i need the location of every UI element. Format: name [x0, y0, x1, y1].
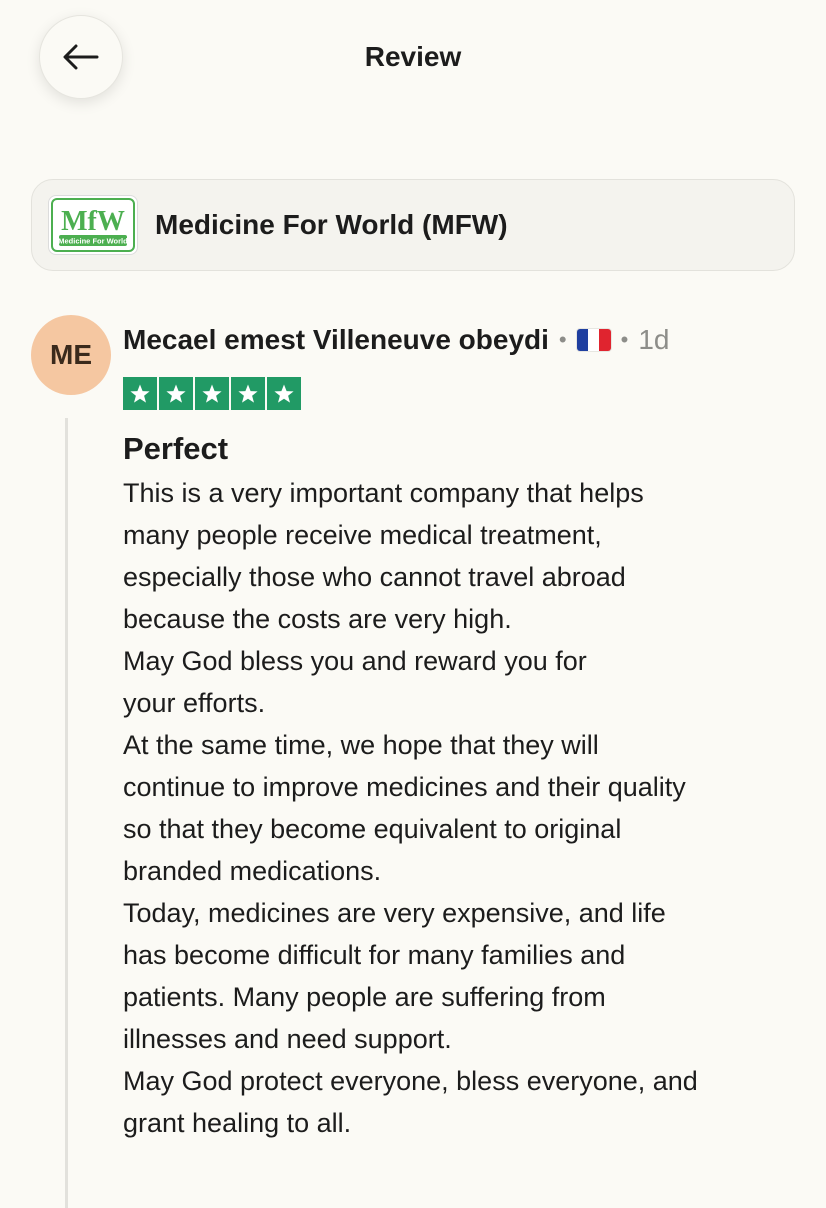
reviewer-name[interactable]: Mecael emest Villeneuve obeydi	[123, 324, 549, 356]
thread-line	[65, 418, 68, 1208]
star-icon	[159, 377, 193, 410]
review-text-line: patients. Many people are suffering from	[123, 982, 606, 1012]
review-text-line: has become difficult for many families a…	[123, 940, 626, 970]
star-icon	[123, 377, 157, 410]
review-text-line: May God bless you and reward you for	[123, 646, 587, 676]
review-text-line: May God protect everyone, bless everyone…	[123, 1066, 698, 1096]
review-text-line: continue to improve medicines and their …	[123, 772, 686, 802]
star-icon	[195, 377, 229, 410]
france-flag-icon	[576, 329, 611, 351]
review-body: This is a very important company that he…	[123, 472, 803, 1144]
avatar[interactable]: ME	[31, 315, 111, 395]
star-rating	[123, 377, 303, 410]
review-title: Perfect	[123, 431, 229, 466]
review-text-line: because the costs are very high.	[123, 604, 512, 634]
review-text-line: This is a very important company that he…	[123, 478, 644, 508]
review-text-line: grant healing to all.	[123, 1108, 352, 1138]
review-text-line: branded medications.	[123, 856, 382, 886]
review-text-line: especially those who cannot travel abroa…	[123, 562, 626, 592]
review-text-line: your efforts.	[123, 688, 266, 718]
company-card[interactable]: MfW Medicine For World Medicine For Worl…	[31, 179, 795, 271]
review-text-line: many people receive medical treatment,	[123, 520, 602, 550]
company-logo: MfW Medicine For World	[48, 195, 138, 255]
avatar-initials: ME	[50, 339, 92, 370]
svg-text:MfW: MfW	[61, 206, 125, 237]
star-icon	[267, 377, 301, 410]
review-text-line: At the same time, we hope that they will	[123, 730, 599, 760]
header-bar: Review	[0, 0, 826, 112]
review-meta: Mecael emest Villeneuve obeydi • • 1d	[123, 322, 669, 358]
company-name[interactable]: Medicine For World (MFW)	[155, 208, 508, 242]
review-text-line: illnesses and need support.	[123, 1024, 452, 1054]
review-text-line: Today, medicines are very expensive, and…	[123, 898, 666, 928]
review-age: 1d	[638, 324, 670, 355]
svg-text:Medicine For World: Medicine For World	[58, 237, 128, 246]
review-text-line: so that they become equivalent to origin…	[123, 814, 622, 844]
star-icon	[231, 377, 265, 410]
page-title: Review	[364, 41, 462, 72]
separator-dot: •	[620, 327, 629, 352]
separator-dot: •	[558, 327, 567, 352]
